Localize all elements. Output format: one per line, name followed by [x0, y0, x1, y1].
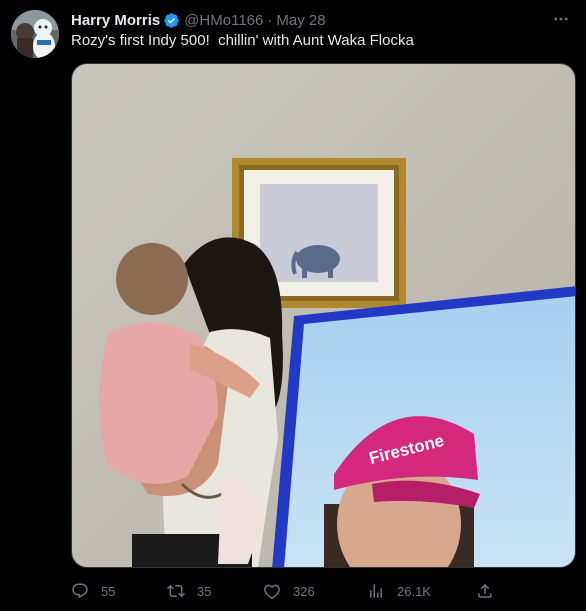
views-chart-icon [370, 584, 382, 598]
retweet-count: 35 [197, 583, 212, 599]
reply-icon [72, 583, 88, 599]
tweet-header: Harry Morris @HMo1166 · May 28 [71, 10, 326, 30]
reply-button[interactable]: 55 [71, 578, 115, 604]
avatar[interactable] [11, 10, 59, 58]
view-count: 26.1K [397, 583, 431, 599]
tweet-actions: 55 35 326 26.1K [71, 578, 501, 604]
retweet-button[interactable]: 35 [167, 578, 211, 604]
photo-scene: Firestone [72, 64, 575, 567]
more-options-icon[interactable] [548, 8, 574, 30]
verified-badge-icon [163, 12, 180, 29]
like-button[interactable]: 326 [263, 578, 315, 604]
reply-count: 55 [101, 583, 116, 599]
display-name[interactable]: Harry Morris [71, 12, 160, 29]
tweet-date[interactable]: May 28 [276, 12, 325, 29]
share-button[interactable] [476, 578, 506, 604]
avatar-image [11, 10, 59, 58]
share-icon [478, 583, 492, 598]
tv-screen: Firestone [272, 286, 575, 567]
header-separator: · [267, 11, 273, 29]
retweet-icon [167, 584, 185, 598]
tweet-text: Rozy's first Indy 500! chillin' with Aun… [71, 32, 414, 49]
heart-icon [264, 584, 280, 599]
tweet-photo[interactable]: Firestone [71, 63, 576, 568]
tweet: Harry Morris @HMo1166 · May 28 Rozy's fi… [0, 0, 586, 611]
views-button[interactable]: 26.1K [367, 578, 431, 604]
like-count: 326 [293, 583, 315, 599]
user-handle[interactable]: @HMo1166 [184, 12, 263, 29]
